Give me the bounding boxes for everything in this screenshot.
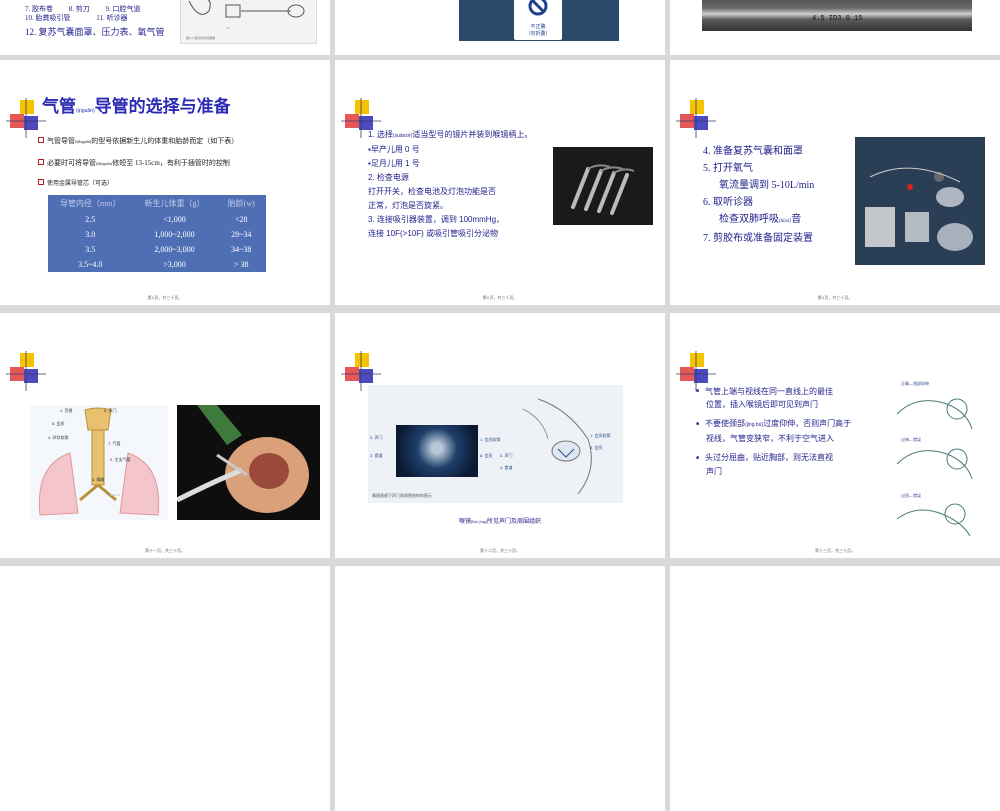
slide-next-3[interactable] <box>670 566 1000 811</box>
right-label-esophagus: 3. 食道 <box>500 465 513 470</box>
left-label-epiglottis: 8. 会厌 <box>480 453 493 458</box>
intubation-drawing <box>175 405 309 513</box>
label-carina: 3. 隆嵴 <box>92 477 105 482</box>
slide-decoration-icon <box>6 98 46 138</box>
fig-label-correct: 正确—颈部仰伸 <box>901 381 929 386</box>
label-epiglottis: 8. 会厌 <box>52 421 65 426</box>
slide-head-position[interactable]: 气管上端与视线在同一直线上的最佳 位置，插入喉镜后即可见到声门 不要使颈部(jǐ… <box>670 313 1000 558</box>
table-row: 3.5~4.0 >3,000 > 38 <box>78 260 249 269</box>
tube-photo: 4.5 ID3.0 15 <box>702 0 972 31</box>
tube-size-table: 导管内径（mm） 新生儿体重（g） 胎龄(w) 2.5 <1,000 <28 3.0… <box>48 195 266 272</box>
fig-number: 12 <box>226 26 230 30</box>
slide-footer: 第十一页，共三十页。 <box>145 548 185 553</box>
equipment-figure: 12 图9-1 插管的常用器械 <box>180 0 317 44</box>
laryngoscope-blades-photo <box>553 147 653 225</box>
table-header: 新生儿体重（g） <box>144 199 205 208</box>
table-row: 2.5 <1,000 <28 <box>85 215 248 224</box>
slide-wrong-fold[interactable]: 不正确 （勿折叠） <box>335 0 665 55</box>
slide-footer: 第X页，共三十页。 <box>482 295 518 300</box>
item-8: 8. 剪刀 <box>68 5 90 13</box>
label-tongue-base: 1. 舌根 <box>60 408 73 413</box>
left-label-esophagus: 3. 食道 <box>370 453 383 458</box>
endoscope-photo <box>396 425 478 477</box>
left-label-epiglottic-cartilage: 1. 会厌软骨 <box>480 437 501 442</box>
right-label-glottis: 5. 声门 <box>500 453 513 458</box>
item-10: 10. 胎粪吸引管 <box>25 14 71 22</box>
slide-airway-anatomy[interactable]: 1. 舌根 5. 声门 8. 会厌 4. 环状软骨 7. 气管 2. 主支气管 … <box>0 313 330 558</box>
bullet-trim-tube: 必要时可将导管(dǎoguǎn)修短至 13-15cm，有利于插管时的控制 <box>38 158 278 169</box>
no-entry-icon <box>528 0 548 16</box>
slide-glottis-view[interactable]: 5. 声门 3. 食道 1. 会厌软骨 8. 会厌 1. 会厌软骨 1. 会厌软… <box>335 313 665 558</box>
slide-footer: 第X页，共三十页。 <box>817 295 853 300</box>
laryngoscope-blades-drawing <box>571 164 635 215</box>
glottis-sketch <box>522 398 592 495</box>
slide-tube-photo[interactable]: 4.5 ID3.0 15 <box>670 0 1000 55</box>
equipment-drawing: 12 图9-1 插管的常用器械 <box>186 0 305 40</box>
glottis-caption: 喉镜(hóu jìng)所见声门及周围组织 <box>459 519 541 525</box>
left-label-glottis: 5. 声门 <box>370 435 383 440</box>
head-position-figure: 正确—颈部仰伸 过伸—错误 过屈—错误 <box>887 379 979 545</box>
laryngoscope-steps: 1. 选择(xuǎnzé)适当型号的镜片并装到喉镜柄上。 ▪早产儿用 0 号 ▪… <box>368 130 533 238</box>
table-header-row: 导管内径（mm） 新生儿体重（g） 胎龄(w) <box>48 195 266 212</box>
lungs-drawing <box>38 407 160 516</box>
fig-caption: 图9-1 插管的常用器械 <box>186 35 215 40</box>
wrong-label: 不正确 <box>530 24 546 30</box>
slide-decoration-icon <box>6 351 46 391</box>
label-trachea: 7. 气管 <box>108 441 121 446</box>
item-9: 9. 口腔气道 <box>105 5 141 13</box>
slide-title: 气管(qìguǎn)导管的选择与准备 <box>42 97 231 116</box>
table-header: 导管内径（mm） <box>60 199 121 208</box>
slide-footer: 第X页，共三十页。 <box>147 295 183 300</box>
label-bronchus: 2. 主支气管 <box>110 457 131 462</box>
slide-next-1[interactable] <box>0 566 330 811</box>
slide-resuscitation-prep[interactable]: 4. 准备复苏气囊和面罩 5. 打开氧气 氧流量调到 5-10L/min 6. … <box>670 60 1000 305</box>
slide-tube-selection[interactable]: 气管(qìguǎn)导管的选择与准备 气管导管(dǎoguǎn)的型号依据新生儿… <box>0 60 330 305</box>
label-glottis: 5. 声门 <box>104 408 117 413</box>
label-cricoid: 4. 环状软骨 <box>48 435 69 440</box>
airway-diagram: 1. 舌根 5. 声门 8. 会厌 4. 环状软骨 7. 气管 2. 主支气管 … <box>30 405 168 520</box>
bullet-tube-size: 气管导管(dǎoguǎn)的型号依据新生儿的体重和胎龄而定（如下表） <box>38 136 318 146</box>
panel-caption: 喉镜直视下声门和周围结构的图示 <box>372 493 432 498</box>
head-position-drawing <box>896 398 973 537</box>
right-label-epiglottic-cartilage: 1. 会厌软骨 <box>590 433 611 438</box>
slide-equipment-list[interactable]: 7. 胶布卷 8. 剪刀 9. 口腔气道 10. 胎粪吸引管 11. 听诊器 1… <box>0 0 330 55</box>
slide-next-2[interactable] <box>335 566 665 811</box>
table-header: 胎龄(w) <box>227 199 255 208</box>
fig-label-hyperextension: 过伸—错误 <box>901 437 921 442</box>
fig-label-hyperflexion: 过屈—错误 <box>901 493 921 498</box>
intubation-photo <box>175 405 320 520</box>
resuscitation-equipment-drawing <box>865 167 973 251</box>
slide-footer: 第十二页，共三十页。 <box>480 548 520 553</box>
slide-laryngoscope-prep[interactable]: 1. 选择(xuǎnzé)适当型号的镜片并装到喉镜柄上。 ▪早产儿用 0 号 ▪… <box>335 60 665 305</box>
slide-footer: 第十三页，共三十页。 <box>815 548 855 553</box>
tube-markings: 4.5 ID3.0 15 <box>812 15 863 23</box>
resuscitation-equipment-photo <box>855 137 985 265</box>
item-7: 7. 胶布卷 <box>25 5 53 13</box>
wrong-sublabel: （勿折叠） <box>525 31 551 37</box>
wrong-fold-photo: 不正确 （勿折叠） <box>459 0 619 41</box>
bullet-stylet: 使用金属导管芯（可选） <box>38 178 113 187</box>
item-11: 11. 听诊器 <box>96 14 128 22</box>
table-row: 3.5 2,000~3,000 34~38 <box>85 245 252 254</box>
slide-decoration-icon <box>676 98 716 138</box>
head-position-notes: 气管上端与视线在同一直线上的最佳 位置，插入喉镜后即可见到声门 不要使颈部(jǐ… <box>696 385 896 478</box>
right-label-epiglottis: 8. 会厌 <box>590 445 603 450</box>
glottis-panel: 5. 声门 3. 食道 1. 会厌软骨 8. 会厌 1. 会厌软骨 1. 会厌软… <box>368 385 623 503</box>
table-row: 3.0 1,000~2,000 28~34 <box>85 230 252 239</box>
item-12: 12. 复苏气囊面罩、压力表、氧气管 <box>25 27 165 37</box>
